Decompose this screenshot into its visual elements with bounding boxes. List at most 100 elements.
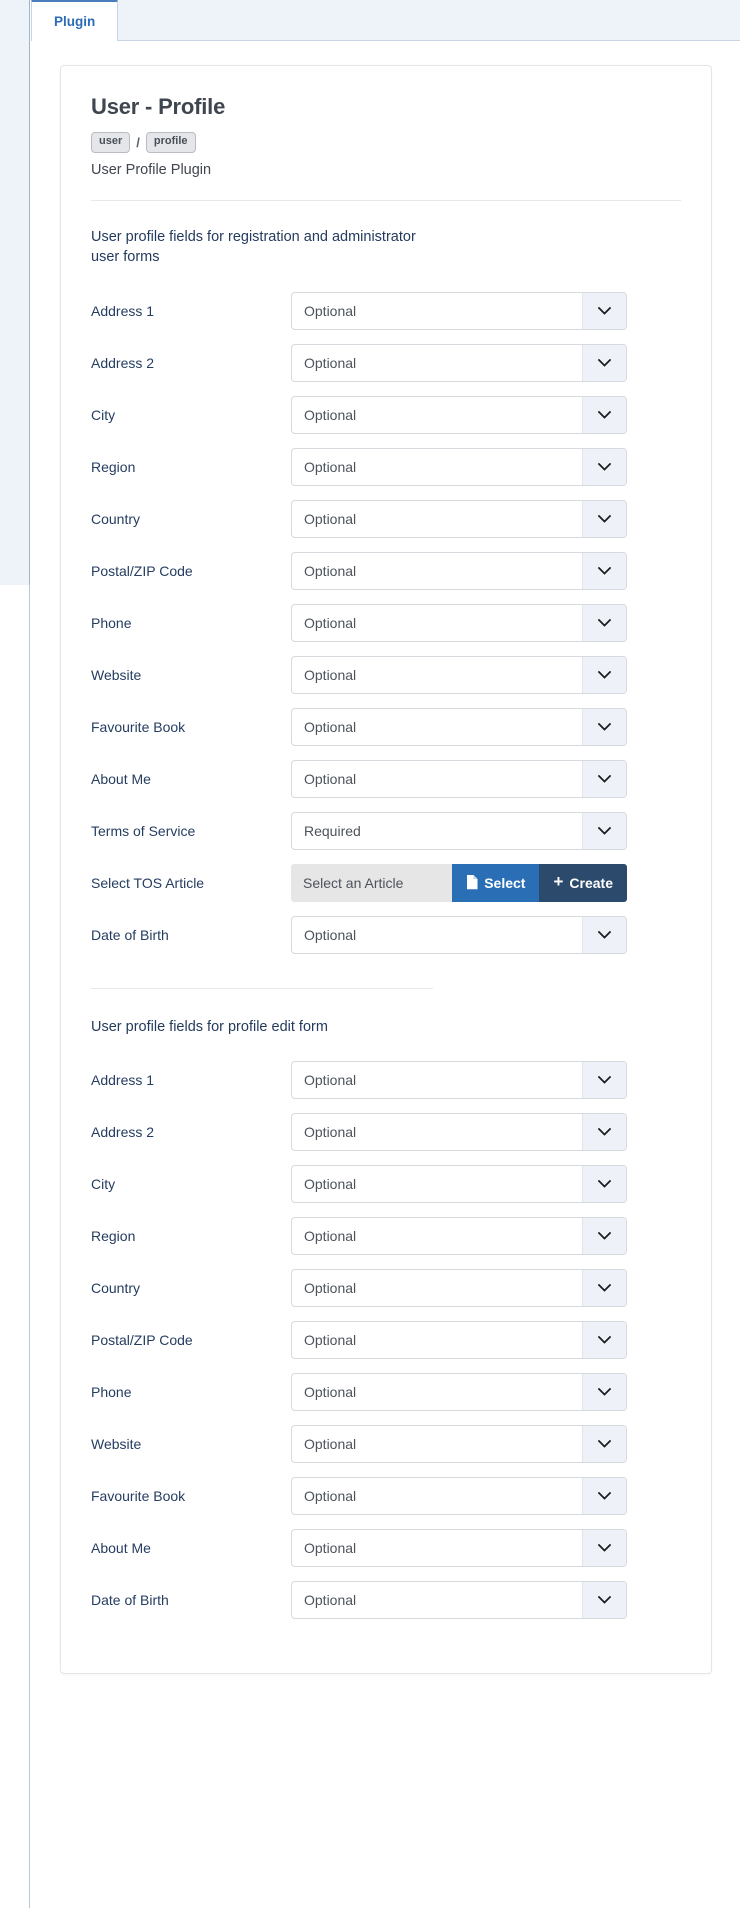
select-value-address-1: Optional — [304, 1072, 357, 1089]
field-control-date-of-birth: Optional — [291, 915, 627, 954]
field-label-postal-zip-code: Postal/ZIP Code — [91, 1332, 193, 1349]
field-label-city: City — [91, 406, 116, 423]
chevron-down-icon[interactable] — [582, 1478, 626, 1515]
select-about-me[interactable]: Optional — [291, 759, 627, 798]
select-date-of-birth[interactable]: Optional — [291, 915, 627, 954]
select-city[interactable]: Optional — [291, 395, 627, 434]
field-control-country: Optional — [291, 1269, 627, 1308]
select-value-country: Optional — [304, 1280, 357, 1297]
select-value-postal-zip-code: Optional — [304, 562, 357, 579]
select-value-favourite-book: Optional — [304, 718, 357, 735]
chevron-down-icon[interactable] — [582, 708, 626, 745]
sidebar-collapsed-strip — [0, 0, 30, 585]
chevron-down-icon[interactable] — [582, 760, 626, 797]
chevron-down-icon[interactable] — [582, 292, 626, 329]
select-date-of-birth[interactable]: Optional — [291, 1581, 627, 1620]
select-postal-zip-code[interactable]: Optional — [291, 551, 627, 590]
select-phone[interactable]: Optional — [291, 603, 627, 642]
chevron-down-icon[interactable] — [582, 1322, 626, 1359]
select-value-city: Optional — [304, 1176, 357, 1193]
chevron-down-icon[interactable] — [582, 552, 626, 589]
select-value-address-2: Optional — [304, 354, 357, 371]
select-favourite-book[interactable]: Optional — [291, 707, 627, 746]
form-row-address-1: Address 1 Optional — [91, 1061, 681, 1100]
field-label-date-of-birth: Date of Birth — [91, 1592, 169, 1609]
create-article-button[interactable]: + Create — [539, 863, 627, 902]
select-value-favourite-book: Optional — [304, 1488, 357, 1505]
field-label-favourite-book: Favourite Book — [91, 1488, 186, 1505]
field-control-phone: Optional — [291, 1373, 627, 1412]
field-control-postal-zip-code: Optional — [291, 1321, 627, 1360]
field-control-city: Optional — [291, 1165, 627, 1204]
select-country[interactable]: Optional — [291, 499, 627, 538]
select-city[interactable]: Optional — [291, 1165, 627, 1204]
select-postal-zip-code[interactable]: Optional — [291, 1321, 627, 1360]
chevron-down-icon[interactable] — [582, 812, 626, 849]
field-label-postal-zip-code: Postal/ZIP Code — [91, 562, 193, 579]
select-address-1[interactable]: Optional — [291, 1061, 627, 1100]
field-label-country: Country — [91, 1280, 141, 1297]
chevron-down-icon[interactable] — [582, 1582, 626, 1619]
field-label-date-of-birth: Date of Birth — [91, 926, 169, 943]
select-value-region: Optional — [304, 458, 357, 475]
select-region[interactable]: Optional — [291, 447, 627, 486]
field-control-city: Optional — [291, 395, 627, 434]
select-value-phone: Optional — [304, 1384, 357, 1401]
select-phone[interactable]: Optional — [291, 1373, 627, 1412]
article-picker: Select an Article Select + Create — [291, 863, 627, 902]
field-control-address-2: Optional — [291, 343, 627, 382]
form-row-date-of-birth: Date of Birth Optional — [91, 1581, 681, 1620]
select-address-2[interactable]: Optional — [291, 343, 627, 382]
chevron-down-icon[interactable] — [582, 604, 626, 641]
select-favourite-book[interactable]: Optional — [291, 1477, 627, 1516]
field-control-address-2: Optional — [291, 1113, 627, 1152]
form-row-region: Region Optional — [91, 1217, 681, 1256]
create-article-button-label: Create — [569, 874, 613, 891]
chevron-down-icon[interactable] — [582, 1530, 626, 1567]
section-divider — [91, 987, 434, 989]
select-value-website: Optional — [304, 666, 357, 683]
chevron-down-icon[interactable] — [582, 1218, 626, 1255]
field-control-phone: Optional — [291, 603, 627, 642]
field-control-region: Optional — [291, 1217, 627, 1256]
field-label-address-2: Address 2 — [91, 354, 155, 371]
chevron-down-icon[interactable] — [582, 1114, 626, 1151]
select-value-postal-zip-code: Optional — [304, 1332, 357, 1349]
chevron-down-icon[interactable] — [582, 1062, 626, 1099]
select-region[interactable]: Optional — [291, 1217, 627, 1256]
chevron-down-icon[interactable] — [582, 1166, 626, 1203]
chevron-down-icon[interactable] — [582, 396, 626, 433]
select-website[interactable]: Optional — [291, 1425, 627, 1464]
chevron-down-icon[interactable] — [582, 1374, 626, 1411]
field-label-select-tos-article: Select TOS Article — [91, 874, 205, 891]
select-website[interactable]: Optional — [291, 655, 627, 694]
select-address-2[interactable]: Optional — [291, 1113, 627, 1152]
field-label-region: Region — [91, 458, 136, 475]
tab-plugin[interactable]: Plugin — [31, 0, 119, 41]
select-terms-of-service[interactable]: Required — [291, 811, 627, 850]
select-country[interactable]: Optional — [291, 1269, 627, 1308]
chevron-down-icon[interactable] — [582, 916, 626, 953]
form-row-phone: Phone Optional — [91, 603, 681, 642]
chevron-down-icon[interactable] — [582, 344, 626, 381]
field-control-favourite-book: Optional — [291, 1477, 627, 1516]
chevron-down-icon[interactable] — [582, 1270, 626, 1307]
select-article-button[interactable]: Select — [452, 863, 540, 902]
form-row-address-2: Address 2 Optional — [91, 1113, 681, 1152]
chevron-down-icon[interactable] — [582, 500, 626, 537]
plugin-settings-card: User - Profile user / profile User Profi… — [60, 65, 712, 1675]
chevron-down-icon[interactable] — [582, 1426, 626, 1463]
select-address-1[interactable]: Optional — [291, 291, 627, 330]
content-area: User - Profile user / profile User Profi… — [31, 41, 740, 1901]
select-value-about-me: Optional — [304, 770, 357, 787]
chevron-down-icon[interactable] — [582, 656, 626, 693]
sections-host: User profile fields for registration and… — [91, 227, 681, 1620]
select-about-me[interactable]: Optional — [291, 1529, 627, 1568]
chevron-down-icon[interactable] — [582, 448, 626, 485]
select-value-phone: Optional — [304, 614, 357, 631]
form-row-postal-zip-code: Postal/ZIP Code Optional — [91, 551, 681, 590]
field-label-about-me: About Me — [91, 770, 151, 787]
article-field[interactable]: Select an Article — [291, 863, 453, 902]
select-value-about-me: Optional — [304, 1540, 357, 1557]
field-control-website: Optional — [291, 655, 627, 694]
